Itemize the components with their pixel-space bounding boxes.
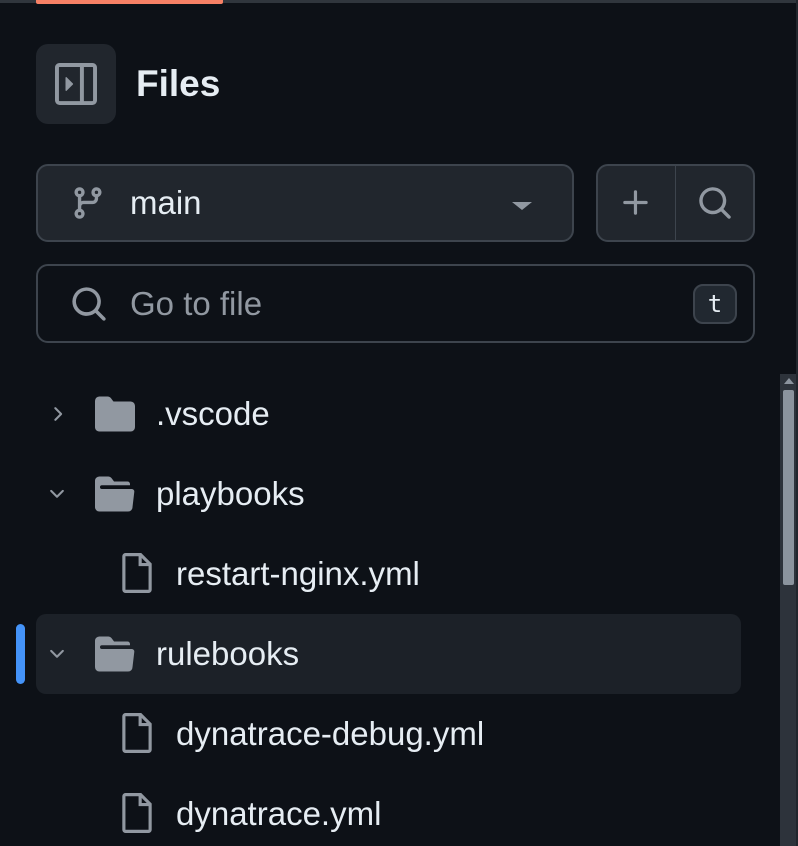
tree-item-playbooks[interactable]: playbooks [36, 454, 741, 534]
selection-indicator [16, 624, 25, 684]
sidebar-collapse-icon [55, 63, 97, 105]
chevron-down-icon [44, 641, 70, 667]
branch-name: main [130, 184, 202, 221]
file-tree-panel: Files main t [0, 0, 798, 846]
search-code-button[interactable] [676, 166, 753, 240]
tree-item-vscode[interactable]: .vscode [36, 374, 741, 454]
branch-selector-button[interactable]: main [36, 164, 574, 242]
tree-item-label: .vscode [156, 395, 270, 432]
chevron-right-icon [44, 401, 70, 427]
add-file-button[interactable] [598, 166, 675, 240]
tree-item-label: dynatrace.yml [176, 795, 382, 832]
tree-item-restart-nginx[interactable]: restart-nginx.yml [36, 534, 741, 614]
chevron-down-icon [44, 481, 70, 507]
tree-item-dynatrace[interactable]: dynatrace.yml [36, 774, 741, 846]
tree-item-rulebooks[interactable]: rulebooks [36, 614, 741, 694]
collapse-sidebar-button[interactable] [36, 44, 116, 124]
file-icon [122, 713, 152, 753]
scroll-up-arrow-icon[interactable] [784, 378, 794, 384]
search-icon [698, 187, 731, 219]
tree-item-label: rulebooks [156, 635, 300, 672]
tree-item-label: restart-nginx.yml [176, 555, 420, 592]
tree-actions-group [596, 164, 755, 242]
go-to-file-field[interactable]: t [36, 264, 755, 343]
panel-title: Files [136, 63, 221, 104]
folder-open-icon [95, 476, 135, 512]
file-icon [122, 793, 152, 833]
folder-icon [95, 396, 135, 432]
tree-item-dynatrace-debug[interactable]: dynatrace-debug.yml [36, 694, 741, 774]
search-icon [70, 285, 108, 323]
chevron-down-icon [512, 202, 532, 210]
folder-open-icon [95, 636, 135, 672]
plus-icon [623, 190, 648, 215]
git-branch-icon [70, 185, 106, 221]
keyboard-shortcut-hint: t [693, 283, 737, 324]
go-to-file-input[interactable] [128, 283, 693, 324]
panel-header: Files [36, 44, 220, 124]
active-tab-indicator [36, 0, 223, 4]
tree-item-label: playbooks [156, 475, 305, 512]
file-icon [122, 553, 152, 593]
tree-item-label: dynatrace-debug.yml [176, 715, 485, 752]
scrollbar-thumb[interactable] [783, 390, 794, 585]
